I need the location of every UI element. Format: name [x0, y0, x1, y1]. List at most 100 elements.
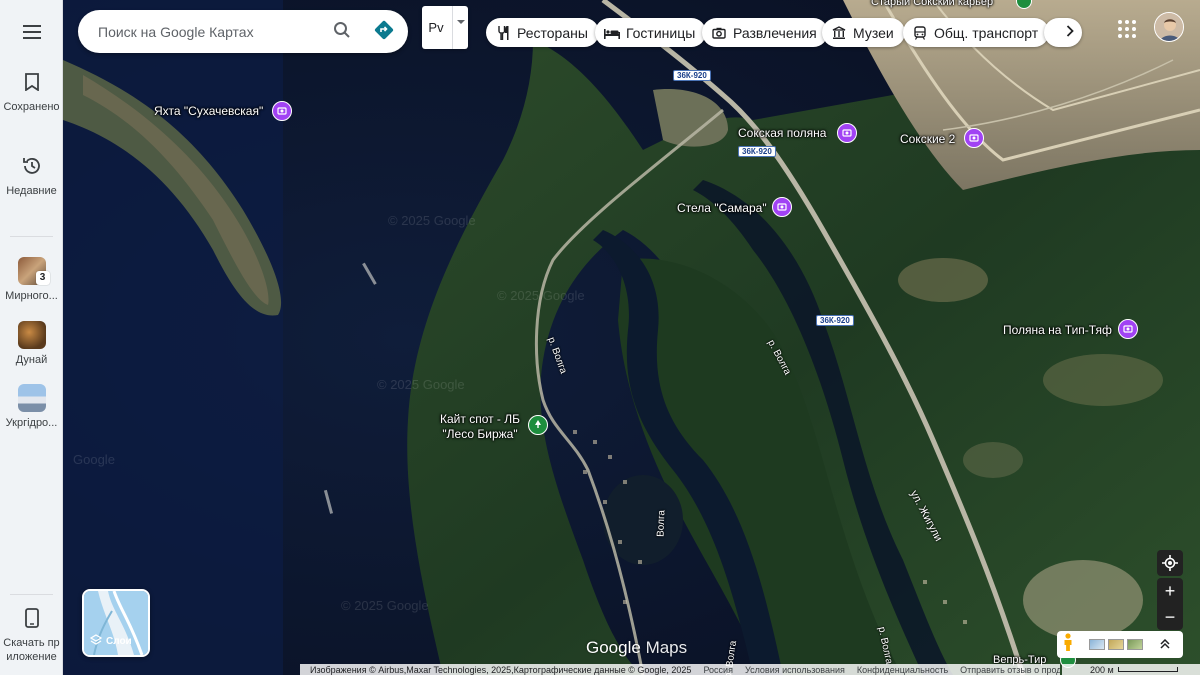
terms-link[interactable]: Условия использования [745, 665, 845, 675]
recent-place-item[interactable]: 3 Мирного... [0, 257, 63, 303]
feedback-link[interactable]: Отправить отзыв о продукте [960, 665, 1060, 675]
layers-label-row: Слои [89, 634, 132, 649]
recent-button[interactable]: Недавние [0, 152, 63, 198]
imagery-watermark: © 2025 Google [388, 213, 476, 228]
camera-icon [842, 124, 852, 142]
zoom-in-button[interactable]: + [1157, 578, 1183, 604]
chip-label: Музеи [853, 24, 894, 41]
map-canvas[interactable]: © 2025 Google © 2025 Google © 2025 Googl… [63, 0, 1200, 675]
place-thumbnail: 3 [17, 257, 50, 285]
chip-museums[interactable]: Музеи [822, 18, 905, 47]
road-shield: 36К-920 [738, 146, 776, 157]
transit-icon [912, 25, 928, 41]
place-label[interactable]: Сокские 2 [900, 132, 955, 146]
chips-scroll-right-button[interactable] [1044, 18, 1082, 47]
place-label[interactable]: Сокская поляна [738, 126, 826, 140]
satellite-imagery[interactable] [63, 0, 1200, 675]
road-shield: 36К-920 [816, 315, 854, 326]
menu-button[interactable] [0, 14, 63, 50]
recent-place-label: Мирного... [5, 290, 58, 302]
zoom-out-button[interactable]: − [1157, 604, 1183, 630]
attraction-pin[interactable] [272, 101, 292, 121]
traffic-layer-thumbnail[interactable] [1108, 639, 1124, 650]
privacy-link[interactable]: Конфиденциальность [857, 665, 948, 675]
get-app-button[interactable]: Скачать приложение [0, 604, 63, 664]
map-bottom-toolbar [1057, 631, 1183, 658]
scale-label: 200 м [1090, 664, 1114, 675]
language-select[interactable]: Рv [422, 6, 468, 49]
layers-button[interactable]: Слои [82, 589, 150, 657]
chip-label: Рестораны [517, 24, 588, 41]
tree-icon [533, 416, 543, 434]
river-label: Волга [655, 509, 668, 538]
bed-icon [604, 25, 620, 41]
attraction-pin[interactable] [772, 197, 792, 217]
imagery-watermark: © 2025 Google [377, 377, 465, 392]
recent-place-item[interactable]: Укргідро... [0, 384, 63, 430]
camera-icon [711, 25, 727, 41]
layers-label: Слои [106, 636, 132, 647]
search-button[interactable] [328, 18, 356, 46]
chip-entertainment[interactable]: Развлечения [702, 18, 828, 47]
avatar[interactable] [1154, 12, 1184, 42]
recent-place-item[interactable]: Дунай [0, 321, 63, 367]
place-label[interactable]: Старый Сокский карьер [871, 0, 993, 8]
imagery-watermark: Google [73, 452, 115, 467]
left-rail: Сохранено Недавние 3 Мирного... Дунай Ук… [0, 0, 63, 675]
my-location-button[interactable] [1157, 550, 1183, 576]
recent-label: Недавние [6, 185, 57, 197]
count-badge: 3 [35, 271, 50, 285]
get-app-label: Скачать приложение [3, 637, 60, 663]
place-label-line: "Лесо Биржа" [442, 427, 518, 441]
brand-google: Google [586, 638, 641, 657]
directions-button[interactable] [370, 18, 398, 46]
park-pin[interactable] [528, 415, 548, 435]
layers-icon [89, 634, 103, 649]
camera-icon [969, 129, 979, 147]
chip-hotels[interactable]: Гостиницы [595, 18, 707, 47]
hamburger-icon [22, 31, 41, 33]
chip-label: Развлечения [733, 24, 817, 41]
apps-grid-icon[interactable] [1112, 14, 1142, 44]
road-shield: 36К-920 [673, 70, 711, 81]
search-input[interactable] [98, 23, 318, 40]
history-icon [18, 152, 46, 180]
camera-icon [777, 198, 787, 216]
scale-bar[interactable]: 200 м [1062, 664, 1200, 675]
plus-icon: + [1164, 580, 1176, 601]
saved-button[interactable]: Сохранено [0, 68, 63, 114]
search-box [78, 10, 408, 53]
search-icon [333, 21, 351, 44]
country-link[interactable]: Россия [703, 665, 733, 675]
chip-restaurants[interactable]: Рестораны [486, 18, 599, 47]
attraction-pin[interactable] [964, 128, 984, 148]
imagery-watermark: © 2025 Google [497, 288, 585, 303]
place-label-line: Кайт спот - ЛБ [440, 412, 521, 426]
attribution-bar: Изображения © Airbus,Maxar Technologies,… [300, 664, 1060, 675]
language-value: Рv [428, 20, 444, 35]
biking-layer-thumbnail[interactable] [1127, 639, 1143, 650]
attraction-pin[interactable] [837, 123, 857, 143]
scale-ruler [1117, 667, 1178, 672]
imagery-attribution: Изображения © Airbus,Maxar Technologies,… [310, 664, 692, 675]
fork-knife-icon [495, 25, 511, 41]
my-location-icon [1157, 550, 1183, 576]
place-label[interactable]: Поляна на Тип-Тяф [1003, 323, 1112, 337]
place-label[interactable]: Стела "Самара" [677, 201, 767, 215]
chip-transit[interactable]: Общ. транспорт [903, 18, 1050, 47]
terrain-layer-thumbnail[interactable] [1089, 639, 1105, 650]
pegman-icon[interactable] [1063, 633, 1073, 656]
camera-icon [1123, 320, 1133, 338]
bookmark-icon [18, 68, 46, 96]
saved-label: Сохранено [3, 101, 60, 113]
imagery-watermark: © 2025 Google [341, 598, 429, 613]
zoom-controls: + − [1157, 578, 1183, 630]
chevron-right-icon [1066, 24, 1074, 42]
place-label-kite[interactable]: Кайт спот - ЛБ "Лесо Биржа" [440, 412, 520, 442]
museum-icon [831, 25, 847, 41]
google-maps-logo: Google Maps [586, 638, 687, 658]
place-label[interactable]: Яхта "Сухачевская" [154, 104, 263, 118]
expand-icon[interactable] [1160, 636, 1170, 654]
place-thumbnail [17, 384, 46, 412]
attraction-pin[interactable] [1118, 319, 1138, 339]
